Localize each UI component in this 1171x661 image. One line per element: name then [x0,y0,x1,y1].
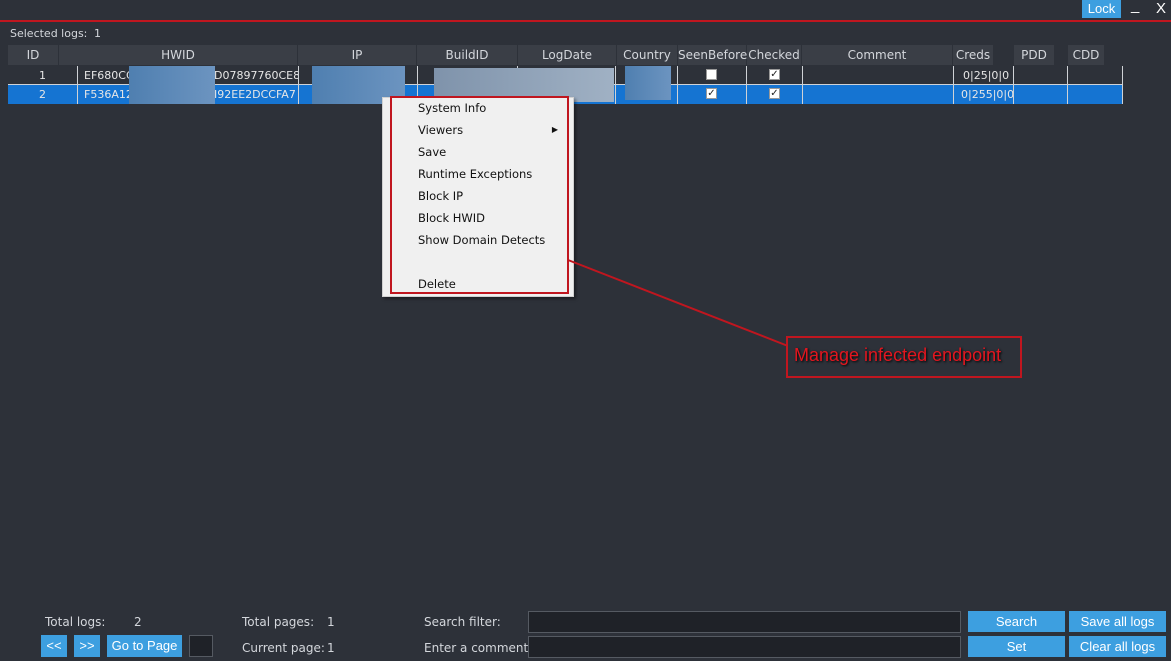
comment-input[interactable] [528,636,961,658]
total-logs-label: Total logs: [45,615,106,629]
annotation-connector [567,259,789,347]
go-to-page-button[interactable]: Go to Page [107,635,182,657]
clear-all-logs-button[interactable]: Clear all logs [1069,636,1166,657]
total-logs-value: 2 [134,615,142,629]
annotation-text: Manage infected endpoint [794,345,1002,365]
search-button[interactable]: Search [968,611,1065,632]
current-page-label: Current page: [242,641,325,655]
total-pages-label: Total pages: [242,615,315,629]
save-all-logs-button[interactable]: Save all logs [1069,611,1166,632]
next-page-button[interactable]: >> [74,635,100,657]
search-filter-label: Search filter: [424,615,501,629]
set-comment-button[interactable]: Set [968,636,1065,657]
current-page-value: 1 [327,641,335,655]
comment-label: Enter a comment: [424,641,533,655]
page-number-input[interactable] [189,635,213,657]
total-pages-value: 1 [327,615,335,629]
search-filter-input[interactable] [528,611,961,633]
prev-page-button[interactable]: << [41,635,67,657]
annotation-box: Manage infected endpoint [786,336,1022,378]
